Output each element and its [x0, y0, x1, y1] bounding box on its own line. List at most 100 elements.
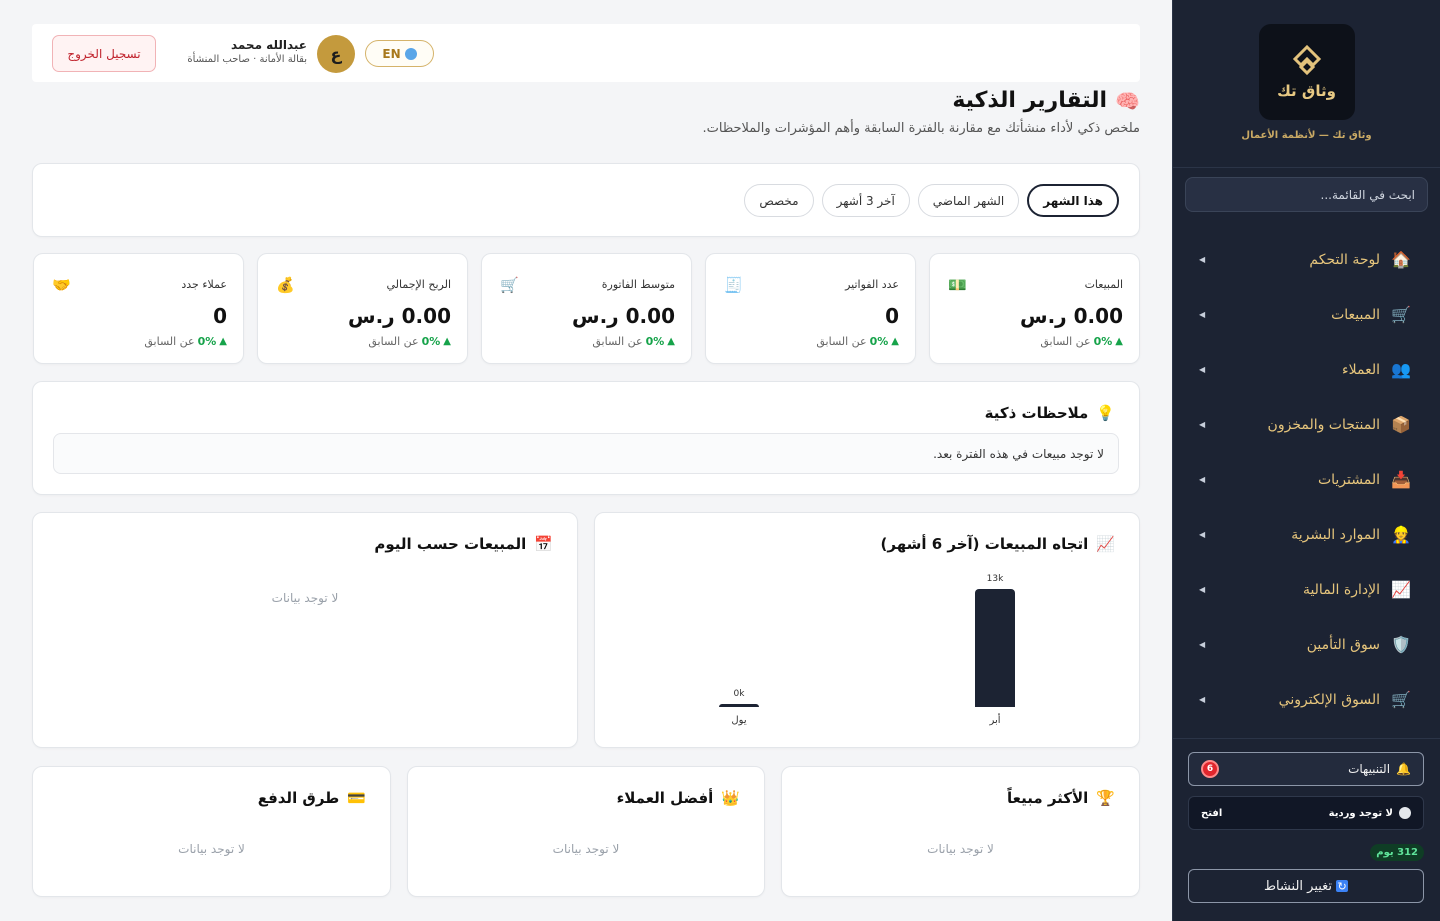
- sidebar-divider: [1172, 738, 1440, 739]
- kpi-delta-percent: 0%: [1093, 335, 1113, 348]
- shift-status: لا توجد وردية افتح: [1188, 796, 1424, 830]
- switch-business-button[interactable]: ↻ تغيير النشاط: [1188, 869, 1424, 903]
- menu-search-input[interactable]: [1198, 187, 1415, 202]
- section-title: 👑 أفضل العملاء: [617, 789, 740, 807]
- kpi-delta-percent: 0%: [869, 335, 889, 348]
- sidebar-item-customers[interactable]: 👥 العملاء ◀: [1173, 342, 1440, 397]
- kpi-value: 0: [885, 304, 899, 328]
- arrow-up-icon: ▲: [443, 336, 451, 347]
- sidebar-item-sales[interactable]: 🛒 المبيعات ◀: [1173, 287, 1440, 342]
- sidebar-item-label: الموارد البشرية: [1291, 526, 1380, 543]
- notifications-count-badge: 6: [1201, 760, 1219, 778]
- sidebar-item-label: المنتجات والمخزون: [1267, 416, 1380, 433]
- topbar: ع عبدالله محمد بقالة الأمانة · صاحب المن…: [32, 24, 1140, 82]
- empty-state: لا توجد بيانات: [271, 591, 339, 605]
- money-bag-icon: 💰: [276, 276, 295, 294]
- arrow-left-icon: ◀: [1199, 640, 1206, 649]
- kpi-label: عدد الفواتير: [845, 278, 899, 291]
- kpi-delta-text: عن السابق: [1040, 335, 1091, 348]
- chart-value-label: 0k: [733, 689, 745, 699]
- sidebar-item-label: المبيعات: [1331, 306, 1380, 323]
- brain-icon: 🧠: [1115, 88, 1140, 113]
- kpi-delta-percent: 0%: [197, 335, 217, 348]
- brand-logo[interactable]: وثاق تك: [1258, 24, 1355, 120]
- days-badge: 312 يوم: [1370, 844, 1424, 861]
- cart-icon: 🛒: [500, 276, 519, 294]
- main-content: ع عبدالله محمد بقالة الأمانة · صاحب المن…: [0, 0, 1172, 921]
- brand-area: وثاق تك وثاق تك — لأنظمة الأعمال: [1173, 0, 1440, 168]
- kpi-delta-percent: 0%: [645, 335, 665, 348]
- arrow-left-icon: ◀: [1199, 365, 1206, 374]
- switch-business-label: تغيير النشاط: [1263, 878, 1333, 894]
- sidebar-item-dashboard[interactable]: 🏠 لوحة التحكم ◀: [1173, 232, 1440, 287]
- top-customers-card: 👑 أفضل العملاء لا توجد بيانات: [407, 766, 765, 897]
- logo-mark-icon: [1292, 44, 1321, 76]
- sidebar-item-finance[interactable]: 📈 الإدارة المالية ◀: [1173, 562, 1440, 617]
- section-title-text: المبيعات حسب اليوم: [374, 535, 527, 553]
- users-icon: 👥: [1391, 360, 1411, 379]
- language-toggle-button[interactable]: EN: [365, 40, 434, 67]
- receipt-icon: 🧾: [724, 276, 743, 294]
- arrow-up-icon: ▲: [1115, 336, 1123, 347]
- shield-icon: 🛡️: [1391, 635, 1411, 654]
- kpi-delta: ▲ 0% عن السابق: [368, 335, 451, 348]
- notifications-button[interactable]: 🔔 التنبيهات 6: [1188, 752, 1424, 786]
- sidebar-item-purchases[interactable]: 📥 المشتريات ◀: [1173, 452, 1440, 507]
- section-title-text: أفضل العملاء: [616, 789, 714, 807]
- language-label: EN: [382, 46, 401, 61]
- chart-value-label: 13k: [986, 574, 1004, 584]
- money-icon: 💵: [948, 276, 967, 294]
- sidebar-item-label: العملاء: [1342, 361, 1380, 378]
- box-icon: 📦: [1391, 415, 1411, 434]
- page-header: 🧠 التقارير الذكية ملخص ذكي لأداء منشأتك …: [32, 88, 1140, 136]
- logout-button[interactable]: تسجيل الخروج: [52, 35, 156, 72]
- filter-custom[interactable]: مخصص: [744, 184, 814, 217]
- kpi-gross-profit: الربح الإجمالي 💰 0.00 ر.س ▲ 0% عن السابق: [257, 253, 468, 364]
- sales-trend-chart: 13k أبر 0k يول: [595, 513, 1139, 747]
- empty-state: لا توجد بيانات: [178, 842, 245, 856]
- sidebar-item-label: سوق التأمين: [1306, 636, 1380, 653]
- kpi-delta-text: عن السابق: [816, 335, 867, 348]
- arrow-left-icon: ◀: [1199, 530, 1206, 539]
- arrow-up-icon: ▲: [891, 336, 899, 347]
- refresh-icon: ↻: [1336, 879, 1349, 893]
- filter-last-3-months[interactable]: آخر 3 أشهر: [821, 184, 910, 217]
- arrow-up-icon: ▲: [219, 336, 227, 347]
- bell-icon: 🔔: [1396, 762, 1411, 776]
- sidebar-item-hr[interactable]: 👷 الموارد البشرية ◀: [1173, 507, 1440, 562]
- sales-by-day-card: 📅 المبيعات حسب اليوم لا توجد بيانات: [32, 512, 578, 748]
- sidebar-item-marketplace[interactable]: 🛒 السوق الإلكتروني ◀: [1173, 672, 1440, 727]
- section-title: 💳 طرق الدفع: [258, 789, 366, 807]
- kpi-label: عملاء جدد: [181, 278, 227, 291]
- filter-this-month[interactable]: هذا الشهر: [1027, 184, 1119, 217]
- section-title-text: طرق الدفع: [257, 789, 340, 807]
- smart-insights-card: 💡 ملاحظات ذكية لا توجد مبيعات في هذه الف…: [32, 381, 1140, 495]
- sidebar-nav: 🏠 لوحة التحكم ◀ 🛒 المبيعات ◀ 👥 العملاء ◀…: [1173, 232, 1440, 727]
- chart-icon: 📈: [1391, 580, 1411, 599]
- filter-last-month[interactable]: الشهر الماضي: [917, 184, 1020, 217]
- sidebar-item-insurance[interactable]: 🛡️ سوق التأمين ◀: [1173, 617, 1440, 672]
- sidebar-item-label: الإدارة المالية: [1302, 581, 1380, 598]
- page-title: 🧠 التقارير الذكية: [32, 88, 1140, 113]
- section-title: 📅 المبيعات حسب اليوم: [374, 535, 553, 553]
- empty-state: لا توجد بيانات: [552, 842, 620, 856]
- worker-icon: 👷: [1391, 525, 1411, 544]
- kpi-average-invoice: متوسط الفاتورة 🛒 0.00 ر.س ▲ 0% عن السابق: [481, 253, 692, 364]
- sidebar-item-products[interactable]: 📦 المنتجات والمخزون ◀: [1173, 397, 1440, 452]
- arrow-left-icon: ◀: [1199, 420, 1206, 429]
- kpi-invoice-count: عدد الفواتير 🧾 0 ▲ 0% عن السابق: [705, 253, 916, 364]
- section-title: 💡 ملاحظات ذكية: [985, 404, 1115, 422]
- chart-bar: [719, 704, 759, 707]
- page-subtitle: ملخص ذكي لأداء منشأتك مع مقارنة بالفترة …: [702, 121, 1140, 136]
- menu-search[interactable]: [1185, 177, 1428, 212]
- kpi-label: متوسط الفاتورة: [601, 278, 675, 291]
- shift-label: لا توجد وردية: [1328, 807, 1393, 819]
- open-shift-button[interactable]: افتح: [1201, 808, 1222, 819]
- avatar[interactable]: ع: [317, 35, 355, 73]
- section-title-text: ملاحظات ذكية: [984, 404, 1089, 422]
- arrow-left-icon: ◀: [1199, 695, 1206, 704]
- page-title-text: التقارير الذكية: [952, 88, 1108, 113]
- lightbulb-icon: 💡: [1096, 404, 1115, 422]
- brand-name: وثاق تك: [1277, 82, 1336, 100]
- kpi-delta-text: عن السابق: [144, 335, 195, 348]
